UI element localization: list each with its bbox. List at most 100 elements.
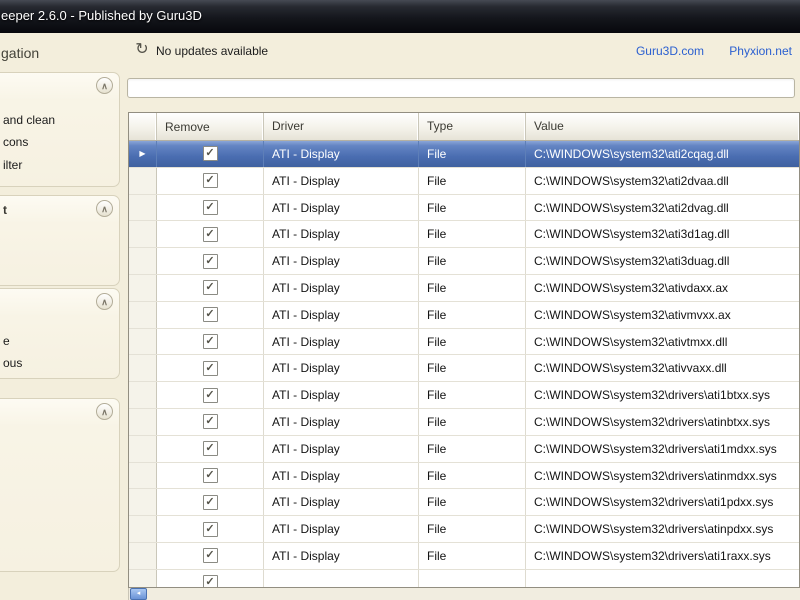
check-icon: ✓ <box>205 174 215 187</box>
table-row[interactable]: ✓ ATI - Display File C:\WINDOWS\system32\dr… <box>129 435 799 463</box>
row-selector[interactable] <box>129 274 157 301</box>
row-selector[interactable] <box>129 408 157 435</box>
header-row-selector <box>129 113 157 140</box>
row-selector[interactable] <box>129 435 157 462</box>
row-selector[interactable] <box>129 462 157 489</box>
table-row[interactable]: ✓ <box>129 569 799 588</box>
header-value[interactable]: Value <box>526 113 799 140</box>
row-selector[interactable] <box>129 301 157 328</box>
row-selector[interactable] <box>129 382 157 408</box>
table-row[interactable]: ✓ ATI - Display File C:\WINDOWS\system32\at… <box>129 221 799 249</box>
check-icon: ✓ <box>205 388 215 401</box>
remove-checkbox[interactable]: ✓ <box>202 253 218 269</box>
chevron-up-icon[interactable]: ∧ <box>96 403 113 420</box>
table-row[interactable]: ✓ ATI - Display File C:\WINDOWS\system32\dr… <box>129 462 799 490</box>
refresh-icon[interactable]: ↻ <box>133 41 151 59</box>
table-header-row: Remove Driver Type Value <box>129 113 799 141</box>
table-row[interactable]: ✓ ATI - Display File C:\WINDOWS\system32\at… <box>129 167 799 195</box>
phyxion-link[interactable]: Phyxion.net <box>729 44 792 58</box>
chevron-up-icon[interactable]: ∧ <box>96 200 113 217</box>
row-selector[interactable] <box>129 194 157 221</box>
check-icon: ✓ <box>205 576 215 588</box>
chevron-up-icon[interactable]: ∧ <box>96 77 113 94</box>
value-cell: C:\WINDOWS\system32\ativdaxx.ax <box>534 280 729 295</box>
remove-checkbox[interactable]: ✓ <box>202 575 218 588</box>
remove-checkbox[interactable]: ✓ <box>202 414 218 430</box>
table-row[interactable]: ✓ ATI - Display File C:\WINDOWS\system32\dr… <box>129 516 799 543</box>
remove-checkbox[interactable]: ✓ <box>202 387 218 403</box>
remove-checkbox[interactable]: ✓ <box>202 280 218 296</box>
driver-cell: ATI - Display <box>264 328 419 355</box>
driver-cell: ATI - Display <box>264 542 419 569</box>
sidebar-item-analyse-clean[interactable]: and clean <box>3 113 55 127</box>
table-row[interactable]: ✓ ATI - Display File C:\WINDOWS\system32\dr… <box>129 382 799 409</box>
remove-checkbox[interactable]: ✓ <box>202 199 218 215</box>
value-cell <box>526 570 799 587</box>
table-row[interactable]: ✓ ATI - Display File C:\WINDOWS\system32\at… <box>129 301 799 329</box>
horizontal-scrollbar[interactable]: ◂ <box>128 588 800 600</box>
table-row[interactable]: ✓ ATI - Display File C:\WINDOWS\system32\dr… <box>129 408 799 436</box>
sidebar-item-miscellaneous[interactable]: ous <box>3 356 22 370</box>
table-row[interactable]: ✓ ATI - Display File C:\WINDOWS\system32\at… <box>129 248 799 275</box>
table-row[interactable]: ✓ ATI - Display File C:\WINDOWS\system32\at… <box>129 274 799 302</box>
scroll-left-button[interactable]: ◂ <box>130 588 147 600</box>
sidebar-item-filter[interactable]: ilter <box>3 158 22 172</box>
chevron-up-icon[interactable]: ∧ <box>96 293 113 310</box>
check-icon: ✓ <box>205 281 215 294</box>
row-selector[interactable]: ▶ <box>129 141 157 167</box>
driver-cell: ATI - Display <box>264 516 419 542</box>
navigation-header: gation <box>1 45 40 61</box>
remove-cell: ✓ <box>157 167 264 194</box>
remove-checkbox[interactable]: ✓ <box>202 548 218 564</box>
grid-rows: ▶ ✓ ATI - Display File C:\WINDOWS\system32\a… <box>129 141 799 588</box>
type-cell: File <box>419 301 526 328</box>
value-cell: C:\WINDOWS\system32\drivers\atinpdxx.sys <box>534 522 774 537</box>
remove-checkbox[interactable]: ✓ <box>202 307 218 323</box>
header-type[interactable]: Type <box>419 113 526 140</box>
value-cell: C:\WINDOWS\system32\drivers\ati1mdxx.sys <box>534 441 777 456</box>
header-remove[interactable]: Remove <box>157 113 264 140</box>
check-icon: ✓ <box>205 308 215 321</box>
remove-cell: ✓ <box>157 542 264 569</box>
driver-cell: ATI - Display <box>264 382 419 408</box>
row-selector[interactable] <box>129 569 157 587</box>
remove-checkbox[interactable]: ✓ <box>202 494 218 510</box>
driver-cell: ATI - Display <box>264 301 419 328</box>
value-cell: C:\WINDOWS\system32\drivers\atinbtxx.sys <box>534 414 771 429</box>
value-cell: C:\WINDOWS\system32\drivers\ati1pdxx.sys <box>534 495 774 510</box>
table-row[interactable]: ✓ ATI - Display File C:\WINDOWS\system32\at… <box>129 328 799 356</box>
remove-checkbox[interactable]: ✓ <box>202 333 218 349</box>
header-driver[interactable]: Driver <box>264 113 419 140</box>
row-selector[interactable] <box>129 248 157 274</box>
remove-checkbox[interactable]: ✓ <box>202 521 218 537</box>
remove-checkbox[interactable]: ✓ <box>202 360 218 376</box>
row-selector[interactable] <box>129 542 157 569</box>
remove-checkbox[interactable]: ✓ <box>202 441 218 457</box>
remove-cell: ✓ <box>157 248 264 274</box>
sidebar-item-icons[interactable]: cons <box>3 135 28 149</box>
remove-checkbox[interactable]: ✓ <box>202 226 218 242</box>
row-selector[interactable] <box>129 167 157 194</box>
sidebar: gation ∧ and clean cons ilter ∧ t ∧ e ou… <box>0 33 122 600</box>
table-row[interactable]: ✓ ATI - Display File C:\WINDOWS\system32\at… <box>129 194 799 222</box>
sidebar-item-theme[interactable]: e <box>3 334 10 348</box>
table-row[interactable]: ✓ ATI - Display File C:\WINDOWS\system32\dr… <box>129 489 799 517</box>
remove-checkbox[interactable]: ✓ <box>202 467 218 483</box>
value-cell: C:\WINDOWS\system32\ati3d1ag.dll <box>534 227 730 242</box>
table-row[interactable]: ✓ ATI - Display File C:\WINDOWS\system32\dr… <box>129 542 799 570</box>
remove-checkbox[interactable]: ✓ <box>202 146 218 162</box>
type-cell: File <box>419 248 526 274</box>
row-selector[interactable] <box>129 516 157 542</box>
remove-cell: ✓ <box>157 301 264 328</box>
check-icon: ✓ <box>205 200 215 213</box>
row-selector[interactable] <box>129 221 157 248</box>
sidebar-panel-2-title: t <box>3 203 7 217</box>
row-selector[interactable] <box>129 328 157 355</box>
table-row[interactable]: ▶ ✓ ATI - Display File C:\WINDOWS\system32\a… <box>129 141 799 168</box>
row-selector[interactable] <box>129 489 157 516</box>
remove-checkbox[interactable]: ✓ <box>202 173 218 189</box>
row-selector[interactable] <box>129 355 157 382</box>
value-cell: C:\WINDOWS\system32\ativvaxx.dll <box>534 361 727 376</box>
guru3d-link[interactable]: Guru3D.com <box>636 44 704 58</box>
table-row[interactable]: ✓ ATI - Display File C:\WINDOWS\system32\at… <box>129 355 799 383</box>
